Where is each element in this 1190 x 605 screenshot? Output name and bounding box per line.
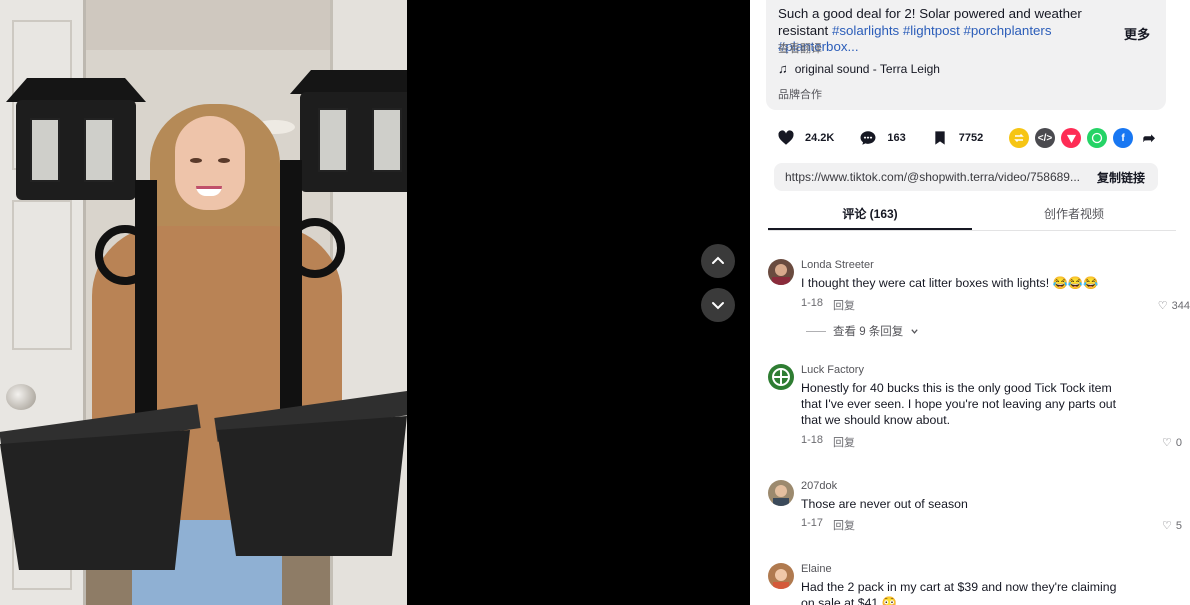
planter-left <box>0 430 190 570</box>
door-panel <box>12 200 72 350</box>
video-link-box: https://www.tiktok.com/@shopwith.terra/v… <box>774 163 1158 191</box>
comment-date: 1-17 <box>801 517 824 529</box>
lamp-glass <box>30 118 60 182</box>
sound-name: original sound - Terra Leigh <box>794 61 940 76</box>
tab-bar: 评论 (163) 创作者视频 <box>768 200 1176 231</box>
video-link-url[interactable]: https://www.tiktok.com/@shopwith.terra/v… <box>785 170 1083 184</box>
comment-item: Elaine Had the 2 pack in my cart at $39 … <box>768 563 1176 605</box>
avatar[interactable] <box>768 364 794 390</box>
send-to-friends-icon[interactable] <box>1061 128 1081 148</box>
lamp-post <box>135 180 157 430</box>
details-panel: Such a good deal for 2! Solar powered an… <box>750 0 1190 605</box>
like-count: 24.2K <box>805 132 835 144</box>
action-bar: 24.2K 163 7752 <box>776 127 1007 149</box>
avatar[interactable] <box>768 259 794 285</box>
person-eye <box>218 158 230 163</box>
copy-link-button[interactable]: 复制链接 <box>1097 169 1145 186</box>
comment-like-count: 5 <box>1175 519 1182 532</box>
bookmark-icon <box>930 128 950 148</box>
comment-item: Londa Streeter I thought they were cat l… <box>768 259 1190 339</box>
embed-icon[interactable]: </> <box>1035 128 1055 148</box>
comment-like-button[interactable]: ♡ 344 <box>1157 299 1190 313</box>
video-frame[interactable] <box>0 0 407 605</box>
lamp-glass <box>84 118 114 182</box>
view-replies-button[interactable]: 查看 9 条回复 <box>806 323 919 339</box>
reply-button[interactable]: 回复 <box>833 434 855 450</box>
comment-text: I thought they were cat litter boxes wit… <box>801 276 1099 290</box>
comment-date: 1-18 <box>801 297 824 309</box>
more-button[interactable]: 更多 <box>1124 24 1150 43</box>
like-button[interactable]: 24.2K <box>776 128 834 148</box>
translate-link[interactable]: 查看翻译 <box>778 40 822 56</box>
view-replies-label: 查看 9 条回复 <box>833 326 904 338</box>
brand-partnership-tag: 品牌合作 <box>778 89 822 101</box>
avatar[interactable] <box>768 563 794 589</box>
chevron-down-icon <box>712 302 724 310</box>
comment-item: 207dok Those are never out of season 1-1… <box>768 480 1182 536</box>
comment-count: 163 <box>887 132 906 144</box>
comment-like-button[interactable]: ♡ 0 <box>1162 436 1182 450</box>
tiktok-video-page: Such a good deal for 2! Solar powered an… <box>0 0 1190 605</box>
reply-button[interactable]: 回复 <box>833 297 855 313</box>
lamp-glass <box>372 108 402 172</box>
repost-icon[interactable] <box>1009 128 1029 148</box>
facebook-icon[interactable]: f <box>1113 128 1133 148</box>
comment-like-button[interactable]: ♡ 5 <box>1162 519 1182 533</box>
divider-line <box>806 330 826 332</box>
video-description: Such a good deal for 2! Solar powered an… <box>778 6 1128 56</box>
comment-username[interactable]: 207dok <box>801 480 837 492</box>
whatsapp-icon[interactable] <box>1087 128 1107 148</box>
comment-text: Those are never out of season <box>801 497 968 511</box>
tab-creator-videos[interactable]: 创作者视频 <box>972 200 1176 230</box>
lamp-glass <box>318 108 348 172</box>
ceiling <box>70 0 340 50</box>
share-arrow-icon[interactable]: ➦ <box>1139 128 1159 148</box>
chevron-down-icon <box>911 328 918 334</box>
comment-meta: 1-17 回复 <box>801 517 855 533</box>
comment-item: Luck Factory Honestly for 40 bucks this … <box>768 364 1182 456</box>
comment-meta: 1-18 回复 <box>801 297 855 313</box>
next-video-button[interactable] <box>701 288 735 322</box>
video-player[interactable] <box>0 0 750 605</box>
save-button[interactable]: 7752 <box>930 128 983 148</box>
comment-like-count: 344 <box>1171 299 1190 312</box>
heart-icon <box>776 128 796 148</box>
heart-outline-icon: ♡ <box>1157 300 1168 312</box>
comment-text: Had the 2 pack in my cart at $39 and now… <box>801 580 1117 605</box>
comment-date: 1-18 <box>801 434 824 446</box>
comment-username[interactable]: Elaine <box>801 563 832 575</box>
heart-outline-icon: ♡ <box>1162 520 1172 532</box>
comment-username[interactable]: Londa Streeter <box>801 259 874 271</box>
comment-text: Honestly for 40 bucks this is the only g… <box>801 381 1117 427</box>
description-card: Such a good deal for 2! Solar powered an… <box>766 0 1166 110</box>
comment-like-count: 0 <box>1175 436 1182 449</box>
heart-outline-icon: ♡ <box>1162 437 1172 449</box>
tab-comments[interactable]: 评论 (163) <box>768 200 972 230</box>
save-count: 7752 <box>958 132 984 144</box>
avatar[interactable] <box>768 480 794 506</box>
lamp-cap <box>290 70 407 94</box>
music-note-icon: ♫ <box>778 61 788 76</box>
person-eye <box>190 158 202 163</box>
sound-link[interactable]: ♫ original sound - Terra Leigh <box>778 61 940 76</box>
lamp-post <box>280 160 302 410</box>
previous-video-button[interactable] <box>701 244 735 278</box>
comment-button[interactable]: 163 <box>858 128 906 148</box>
planter-right <box>217 416 407 556</box>
comment-icon <box>858 128 878 148</box>
door-knob <box>6 384 36 410</box>
chevron-up-icon <box>712 256 724 264</box>
comment-username[interactable]: Luck Factory <box>801 364 864 376</box>
lamp-cap <box>6 78 146 102</box>
reply-button[interactable]: 回复 <box>833 517 855 533</box>
comment-meta: 1-18 回复 <box>801 434 855 450</box>
share-options: </> f ➦ <box>1009 128 1159 148</box>
